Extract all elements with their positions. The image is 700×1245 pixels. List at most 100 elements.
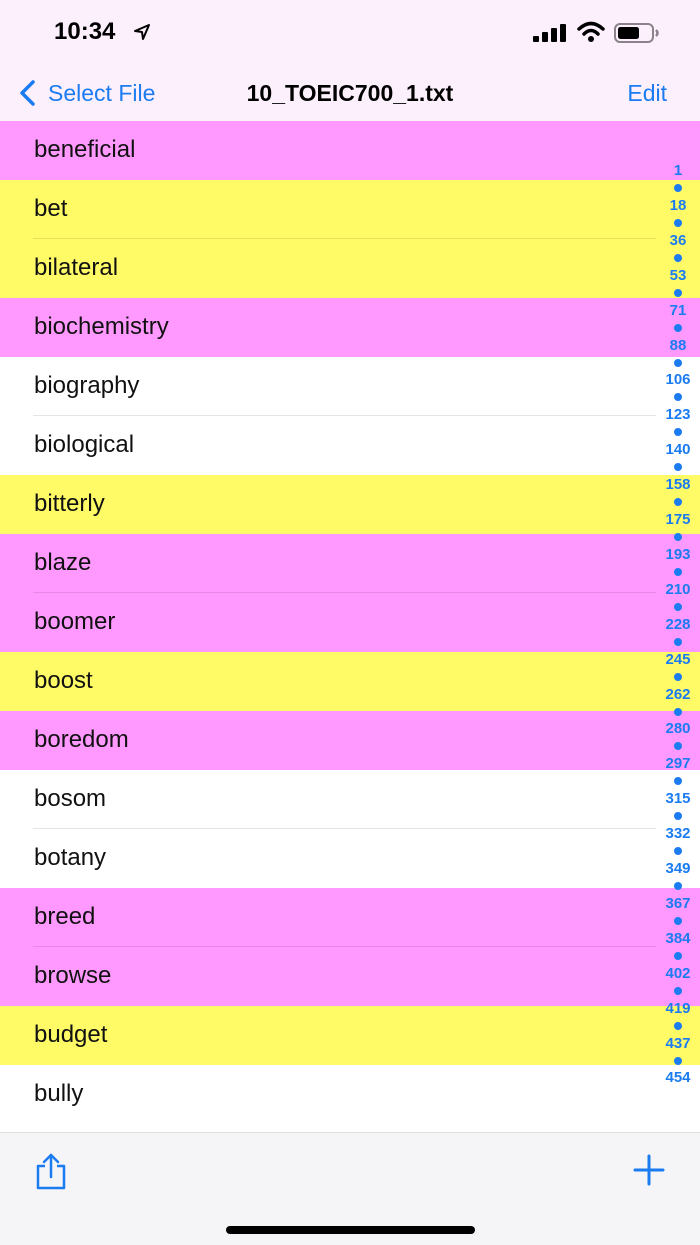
index-dot[interactable] bbox=[674, 847, 682, 856]
back-button-label: Select File bbox=[48, 79, 156, 106]
word-label: bully bbox=[34, 1080, 84, 1107]
index-dot[interactable] bbox=[674, 1021, 682, 1030]
back-button[interactable]: Select File bbox=[18, 78, 155, 108]
index-dot[interactable] bbox=[674, 742, 682, 751]
section-index[interactable]: 1 18 36 53 71 88 106 123 140 158 175 193 210 228 245 26… bbox=[656, 162, 700, 1087]
index-number[interactable]: 175 bbox=[656, 511, 700, 528]
word-label: biological bbox=[34, 431, 135, 458]
word-label: botany bbox=[34, 844, 107, 871]
word-label: browse bbox=[34, 962, 112, 989]
battery-icon bbox=[614, 23, 659, 43]
index-dot[interactable] bbox=[674, 707, 682, 716]
cellular-signal-icon bbox=[533, 24, 566, 42]
index-number[interactable]: 228 bbox=[656, 616, 700, 633]
index-dot[interactable] bbox=[674, 358, 682, 367]
word-row[interactable]: bosom bbox=[0, 770, 700, 829]
word-row[interactable]: budget bbox=[0, 1006, 700, 1065]
index-number[interactable]: 419 bbox=[656, 1000, 700, 1017]
share-icon[interactable] bbox=[33, 1153, 69, 1191]
word-label: bosom bbox=[34, 785, 107, 812]
index-dot[interactable] bbox=[674, 986, 682, 995]
plus-icon[interactable] bbox=[632, 1153, 666, 1187]
index-dot[interactable] bbox=[674, 184, 682, 192]
word-row[interactable]: boost bbox=[0, 652, 700, 711]
chevron-left-icon bbox=[20, 80, 35, 106]
wifi-icon bbox=[577, 21, 605, 42]
index-number[interactable]: 315 bbox=[656, 790, 700, 807]
word-label: boredom bbox=[34, 726, 129, 753]
word-row[interactable]: boomer bbox=[0, 593, 700, 652]
word-list: beneficial bet bilateral biochemistry biogra… bbox=[0, 121, 700, 1132]
index-dot[interactable] bbox=[674, 812, 682, 821]
word-label: biography bbox=[34, 372, 140, 399]
word-label: bilateral bbox=[34, 254, 119, 281]
index-number[interactable]: 140 bbox=[656, 441, 700, 458]
index-dot[interactable] bbox=[674, 428, 682, 437]
word-row[interactable]: biography bbox=[0, 357, 700, 416]
edit-button[interactable]: Edit bbox=[627, 80, 667, 107]
word-row[interactable]: beneficial bbox=[0, 121, 700, 180]
index-number[interactable]: 367 bbox=[656, 895, 700, 912]
index-number[interactable]: 384 bbox=[656, 930, 700, 947]
status-time: 10:34 bbox=[54, 18, 116, 45]
index-number[interactable]: 71 bbox=[656, 302, 700, 319]
word-row[interactable]: boredom bbox=[0, 711, 700, 770]
home-indicator bbox=[226, 1226, 475, 1234]
location-arrow-icon bbox=[134, 24, 150, 40]
index-dot[interactable] bbox=[674, 567, 682, 576]
word-row[interactable]: biochemistry bbox=[0, 298, 700, 357]
index-number[interactable]: 332 bbox=[656, 825, 700, 842]
index-number[interactable]: 297 bbox=[656, 755, 700, 772]
word-row[interactable]: blaze bbox=[0, 534, 700, 593]
index-dot[interactable] bbox=[674, 218, 682, 227]
word-row[interactable]: bet bbox=[0, 180, 700, 239]
index-number[interactable]: 402 bbox=[656, 965, 700, 982]
word-row[interactable]: bilateral bbox=[0, 239, 700, 298]
word-row[interactable]: botany bbox=[0, 829, 700, 888]
index-dot[interactable] bbox=[674, 288, 682, 297]
index-dot[interactable] bbox=[674, 498, 682, 507]
index-number[interactable]: 193 bbox=[656, 546, 700, 563]
index-dot[interactable] bbox=[674, 1056, 682, 1065]
word-label: breed bbox=[34, 903, 96, 930]
index-dot[interactable] bbox=[674, 951, 682, 960]
index-dot[interactable] bbox=[674, 253, 682, 262]
index-number[interactable]: 36 bbox=[656, 232, 700, 249]
status-bar: 10:34 bbox=[0, 0, 700, 66]
word-label: biochemistry bbox=[34, 313, 169, 340]
word-row[interactable]: bitterly bbox=[0, 475, 700, 534]
index-number[interactable]: 88 bbox=[656, 337, 700, 354]
index-dot[interactable] bbox=[674, 916, 682, 925]
word-label: boost bbox=[34, 667, 93, 694]
word-row[interactable]: bully bbox=[0, 1065, 700, 1124]
index-number[interactable]: 123 bbox=[656, 406, 700, 423]
word-label: budget bbox=[34, 1021, 108, 1048]
index-dot[interactable] bbox=[674, 533, 682, 541]
index-number[interactable]: 262 bbox=[656, 686, 700, 703]
word-row[interactable]: biological bbox=[0, 416, 700, 475]
navigation-bar: 10_TOEIC700_1.txt Select File Edit bbox=[0, 66, 700, 123]
index-number[interactable]: 53 bbox=[656, 267, 700, 284]
index-dot[interactable] bbox=[674, 602, 682, 611]
index-dot[interactable] bbox=[674, 323, 682, 332]
index-number[interactable]: 106 bbox=[656, 371, 700, 388]
index-dot[interactable] bbox=[674, 777, 682, 786]
word-label: bet bbox=[34, 195, 68, 222]
index-number[interactable]: 280 bbox=[656, 720, 700, 737]
index-dot[interactable] bbox=[674, 393, 682, 402]
index-number[interactable]: 18 bbox=[656, 197, 700, 214]
index-dot[interactable] bbox=[674, 463, 682, 472]
index-number[interactable]: 158 bbox=[656, 476, 700, 493]
index-number[interactable]: 349 bbox=[656, 860, 700, 877]
word-row[interactable]: browse bbox=[0, 947, 700, 1006]
index-number[interactable]: 454 bbox=[656, 1069, 700, 1086]
word-row[interactable]: breed bbox=[0, 888, 700, 947]
index-number[interactable]: 1 bbox=[656, 162, 700, 179]
index-dot[interactable] bbox=[674, 637, 682, 646]
index-number[interactable]: 210 bbox=[656, 581, 700, 598]
index-number[interactable]: 245 bbox=[656, 651, 700, 668]
word-label: beneficial bbox=[34, 136, 136, 163]
index-dot[interactable] bbox=[674, 882, 682, 890]
index-number[interactable]: 437 bbox=[656, 1035, 700, 1052]
index-dot[interactable] bbox=[674, 672, 682, 681]
